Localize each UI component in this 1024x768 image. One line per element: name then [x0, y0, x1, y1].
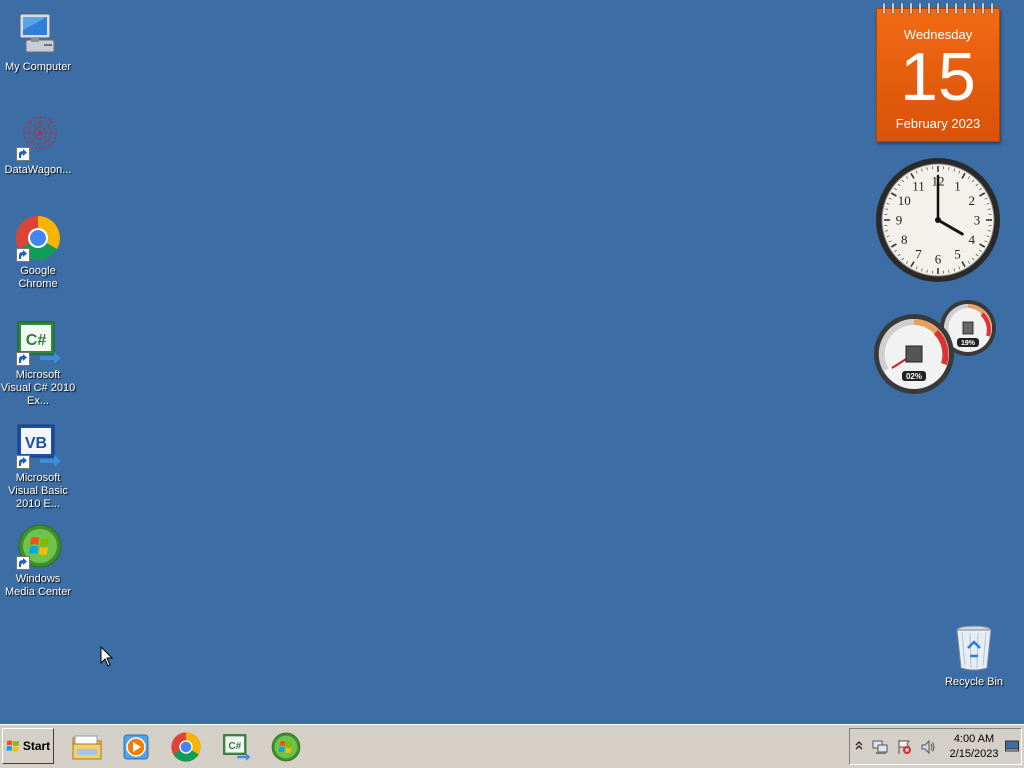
cpu-usage-value: 02% — [906, 372, 922, 381]
taskbar-file-explorer[interactable] — [69, 729, 105, 765]
network-icon[interactable] — [872, 739, 888, 760]
svg-text:C#: C# — [228, 741, 241, 752]
clock-number: 6 — [935, 252, 942, 267]
clock-number: 2 — [969, 193, 976, 208]
shortcut-arrow-icon — [16, 455, 30, 469]
svg-text:VB: VB — [25, 435, 47, 452]
cpu-meter-gadget[interactable]: 02% 19% — [872, 298, 1000, 396]
tray-time: 4:00 AM — [953, 733, 995, 745]
desktop-icon-visual-csharp[interactable]: C# Microsoft Visual C# 2010 Ex... — [0, 318, 76, 408]
clock-number: 7 — [915, 246, 922, 261]
show-hidden-icons-chevron-icon[interactable] — [855, 739, 863, 758]
desktop-icon-label: DataWagon... — [4, 164, 72, 176]
desktop-icon-visual-basic[interactable]: VB Microsoft Visual Basic 2010 E... — [0, 421, 76, 511]
desktop-icon-google-chrome[interactable]: Google Chrome — [0, 214, 76, 291]
chrome-icon — [171, 732, 201, 762]
visual-csharp-icon: C# — [14, 318, 62, 366]
tray-date: 2/15/2023 — [949, 748, 999, 760]
calendar-month-year: February 2023 — [895, 116, 981, 131]
clock-number: 5 — [954, 246, 961, 261]
clock-display[interactable]: 4:00 AM 2/15/2023 — [946, 732, 1002, 762]
windows-media-center-icon — [271, 732, 301, 762]
system-tray: 4:00 AM 2/15/2023 — [849, 728, 1022, 765]
action-center-flag-icon[interactable] — [896, 739, 912, 760]
desktop-icon-windows-media-center[interactable]: Windows Media Center — [0, 522, 76, 599]
show-desktop-icon[interactable] — [1005, 739, 1019, 758]
chrome-icon — [14, 214, 62, 262]
start-button[interactable]: Start — [2, 728, 54, 764]
start-label: Start — [22, 739, 51, 753]
desktop-icon-label: Microsoft Visual C# 2010 Ex... — [0, 369, 76, 407]
visual-csharp-icon: C# — [223, 734, 251, 761]
clock-number: 1 — [954, 179, 961, 194]
desktop-icon-label: Windows Media Center — [4, 573, 72, 598]
volume-icon[interactable] — [920, 739, 936, 760]
taskbar-windows-media-center[interactable] — [268, 729, 304, 765]
desktop-icon-label: Google Chrome — [18, 265, 58, 290]
shortcut-arrow-icon — [16, 248, 30, 262]
file-explorer-icon — [72, 735, 102, 760]
memory-usage-value: 19% — [961, 340, 976, 347]
visual-basic-icon: VB — [14, 421, 62, 469]
clock-number: 11 — [912, 179, 925, 194]
clock-number: 8 — [901, 232, 908, 247]
taskbar-google-chrome[interactable] — [168, 729, 204, 765]
clock-number: 9 — [896, 213, 903, 228]
desktop-icon-label: Microsoft Visual Basic 2010 E... — [8, 472, 68, 510]
calendar-rings-icon — [882, 3, 994, 15]
clock-gadget[interactable]: 121234567891011 — [874, 156, 1002, 284]
taskbar-media-player[interactable] — [118, 729, 154, 765]
computer-icon — [14, 10, 62, 58]
media-player-icon — [123, 734, 149, 760]
shortcut-arrow-icon — [16, 556, 30, 570]
svg-text:C#: C# — [26, 332, 47, 349]
datawagon-icon — [14, 113, 62, 161]
recycle-bin-icon — [950, 622, 998, 672]
calendar-day: 15 — [900, 39, 976, 115]
calendar-gadget[interactable]: Wednesday 15 February 2023 — [876, 3, 1000, 142]
mouse-cursor-icon — [100, 646, 114, 667]
clock-number: 3 — [974, 213, 981, 228]
windows-media-center-icon — [14, 522, 62, 570]
clock-number: 10 — [898, 193, 911, 208]
desktop-icon-recycle-bin[interactable]: Recycle Bin — [936, 622, 1012, 689]
recycle-bin-label: Recycle Bin — [944, 676, 1004, 688]
shortcut-arrow-icon — [16, 352, 30, 366]
desktop-icon-datawagon[interactable]: DataWagon... — [0, 113, 76, 177]
clock-number: 4 — [969, 232, 976, 247]
desktop: My Computer DataWagon... Google Chrome C… — [0, 0, 1024, 724]
desktop-icon-label: My Computer — [4, 61, 72, 73]
taskbar: Start C# 4:00 AM 2/15/2023 — [0, 724, 1024, 768]
windows-logo-icon — [6, 740, 19, 752]
desktop-icon-my-computer[interactable]: My Computer — [0, 10, 76, 74]
shortcut-arrow-icon — [16, 147, 30, 161]
taskbar-visual-csharp[interactable]: C# — [218, 729, 254, 765]
